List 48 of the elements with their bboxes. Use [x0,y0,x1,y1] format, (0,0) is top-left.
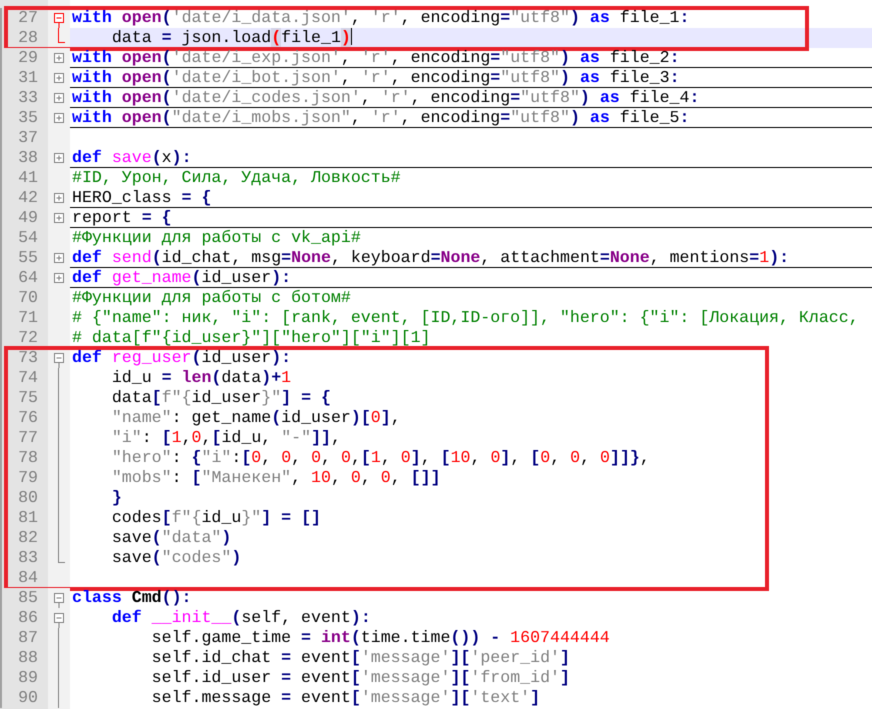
code-line: def __init__(self, event): [110,608,372,628]
code-line: save("data") [110,528,232,548]
code-line: save("codes") [110,548,242,568]
code-line: with open('date/i_exp.json', 'r', encoding="utf8") as file_2: [70,48,872,68]
code-line: def get_name(id_user): [70,268,872,288]
code-line: report = { [70,208,872,228]
code-line: self.message = event['message']['text'] [150,688,542,708]
fold-expand-icon[interactable] [54,213,64,223]
fold-expand-icon[interactable] [54,53,64,63]
code-line: data[f"{id_user}"] = { [110,388,332,408]
code-line: def reg_user(id_user): [71,348,292,368]
code-line: codes[f"{id_u}"] = [] [110,508,322,528]
fold-expand-icon[interactable] [54,253,64,263]
code-line: with open('date/i_bot.json', 'r', encoding="utf8") as file_3: [70,68,872,88]
fold-collapse-icon[interactable] [54,353,64,368]
code-line: "hero": {"i":[0, 0, 0, 0,[1, 0], [10, 0], [0, 0, 0]]}, [110,448,651,468]
line-number: 85 [0,588,48,608]
code-line: # data[f"{id_user}"]["hero"]["i"][1] [71,328,432,348]
code-line: # {"name": ник, "i": [rank, event, [ID,ID-ого]], "hero": {"i": [Локация, Класс, [71,308,860,328]
code-line: self.game_time = int(time.time()) - 1607444444 [150,628,611,648]
fold-collapse-icon[interactable] [54,13,64,28]
code-line: HERO_class = { [70,188,872,208]
fold-collapse-icon[interactable] [54,593,64,608]
code-line: "mobs": ["Манекен", 10, 0, 0, []] [110,468,442,488]
code-line: #Функции для работы с vk_api# [71,228,362,248]
text-cursor [350,28,352,45]
code-line: self.id_user = event['message']['from_id'] [150,668,571,688]
code-line: #ID, Урон, Сила, Удача, Ловкость# [71,168,402,188]
code-line: } [110,488,123,508]
fold-expand-icon[interactable] [54,93,64,103]
code-line: self.id_chat = event['message']['peer_id'] [150,648,571,668]
line-number: 29 [0,48,48,68]
fold-expand-icon[interactable] [54,113,64,123]
code-line: def save(x): [70,148,872,168]
code-line: #Функции для работы с ботом# [71,288,352,308]
code-line: with open('date/i_data.json', 'r', encoding="utf8") as file_1: [71,8,690,28]
fold-expand-icon[interactable] [54,273,64,283]
code-line: class Cmd(): [71,588,192,608]
fold-expand-icon[interactable] [54,153,64,163]
code-line: with open("date/i_mobs.json", 'r', encoding="utf8") as file_5: [70,108,872,128]
fold-collapse-icon[interactable] [54,613,64,628]
fold-expand-icon[interactable] [54,193,64,203]
code-line: def send(id_chat, msg=None, keyboard=None, attachment=None, mentions=1): [70,248,872,268]
fold-expand-icon[interactable] [54,73,64,83]
code-line: with open('date/i_codes.json', 'r', encoding="utf8") as file_4: [70,88,872,108]
code-line: "i": [1,0,[id_u, "-"]], [110,428,342,448]
code-line: id_u = len(data)+1 [110,368,292,388]
code-line: "name": get_name(id_user)[0], [110,408,402,428]
